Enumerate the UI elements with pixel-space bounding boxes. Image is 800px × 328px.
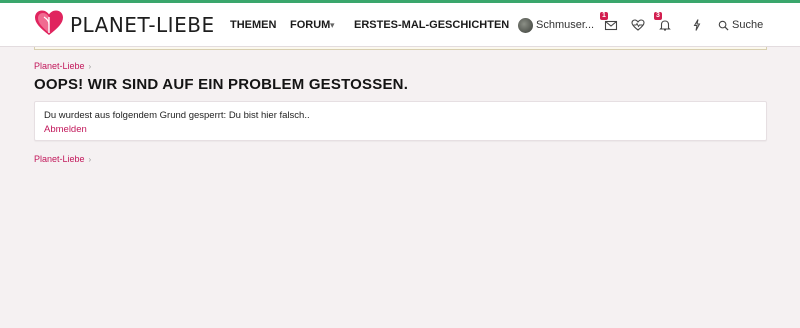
search-label: Suche — [732, 19, 764, 31]
nav-forum[interactable]: FORUM — [290, 3, 330, 47]
search-button[interactable]: Suche — [718, 17, 763, 33]
site-header: PLANET-LIEBE THEMEN FORUM ▾ ERSTES-MAL-G… — [0, 3, 800, 47]
chevron-down-icon[interactable]: ▾ — [330, 3, 335, 47]
bolt-icon[interactable] — [690, 18, 704, 32]
breadcrumb-separator: › — [88, 62, 92, 71]
ban-reason-text: Du wurdest aus folgendem Grund gesperrt:… — [44, 110, 310, 121]
user-menu[interactable]: Schmuser... — [518, 17, 594, 33]
logout-link[interactable]: Abmelden — [44, 124, 87, 135]
page-title: OOPS! WIR SIND AUF EIN PROBLEM GESTOSSEN… — [34, 76, 409, 93]
heart-logo-icon — [34, 9, 64, 42]
nav-erstes-mal-geschichten[interactable]: ERSTES-MAL-GESCHICHTEN — [354, 3, 509, 47]
error-notice-block: Du wurdest aus folgendem Grund gesperrt:… — [34, 101, 767, 141]
envelope-icon[interactable]: 1 — [600, 12, 618, 32]
avatar — [518, 17, 533, 33]
site-logo[interactable]: PLANET-LIEBE — [34, 9, 215, 42]
messages-badge: 1 — [600, 12, 608, 20]
user-name: Schmuser... — [536, 19, 595, 31]
heartbeat-icon[interactable] — [631, 18, 645, 32]
breadcrumb-link-home[interactable]: Planet-Liebe — [34, 61, 85, 71]
nav-themen[interactable]: THEMEN — [230, 3, 276, 47]
bell-icon[interactable]: 3 — [654, 12, 672, 32]
breadcrumb-bottom: Planet-Liebe › — [34, 154, 91, 164]
breadcrumb-link-home-bottom[interactable]: Planet-Liebe — [34, 154, 85, 164]
breadcrumb-separator: › — [88, 155, 92, 164]
breadcrumb: Planet-Liebe › — [34, 61, 91, 71]
logo-text: PLANET-LIEBE — [70, 13, 215, 37]
search-icon — [718, 20, 729, 31]
alerts-badge: 3 — [654, 12, 662, 20]
header-subbar — [34, 47, 767, 50]
